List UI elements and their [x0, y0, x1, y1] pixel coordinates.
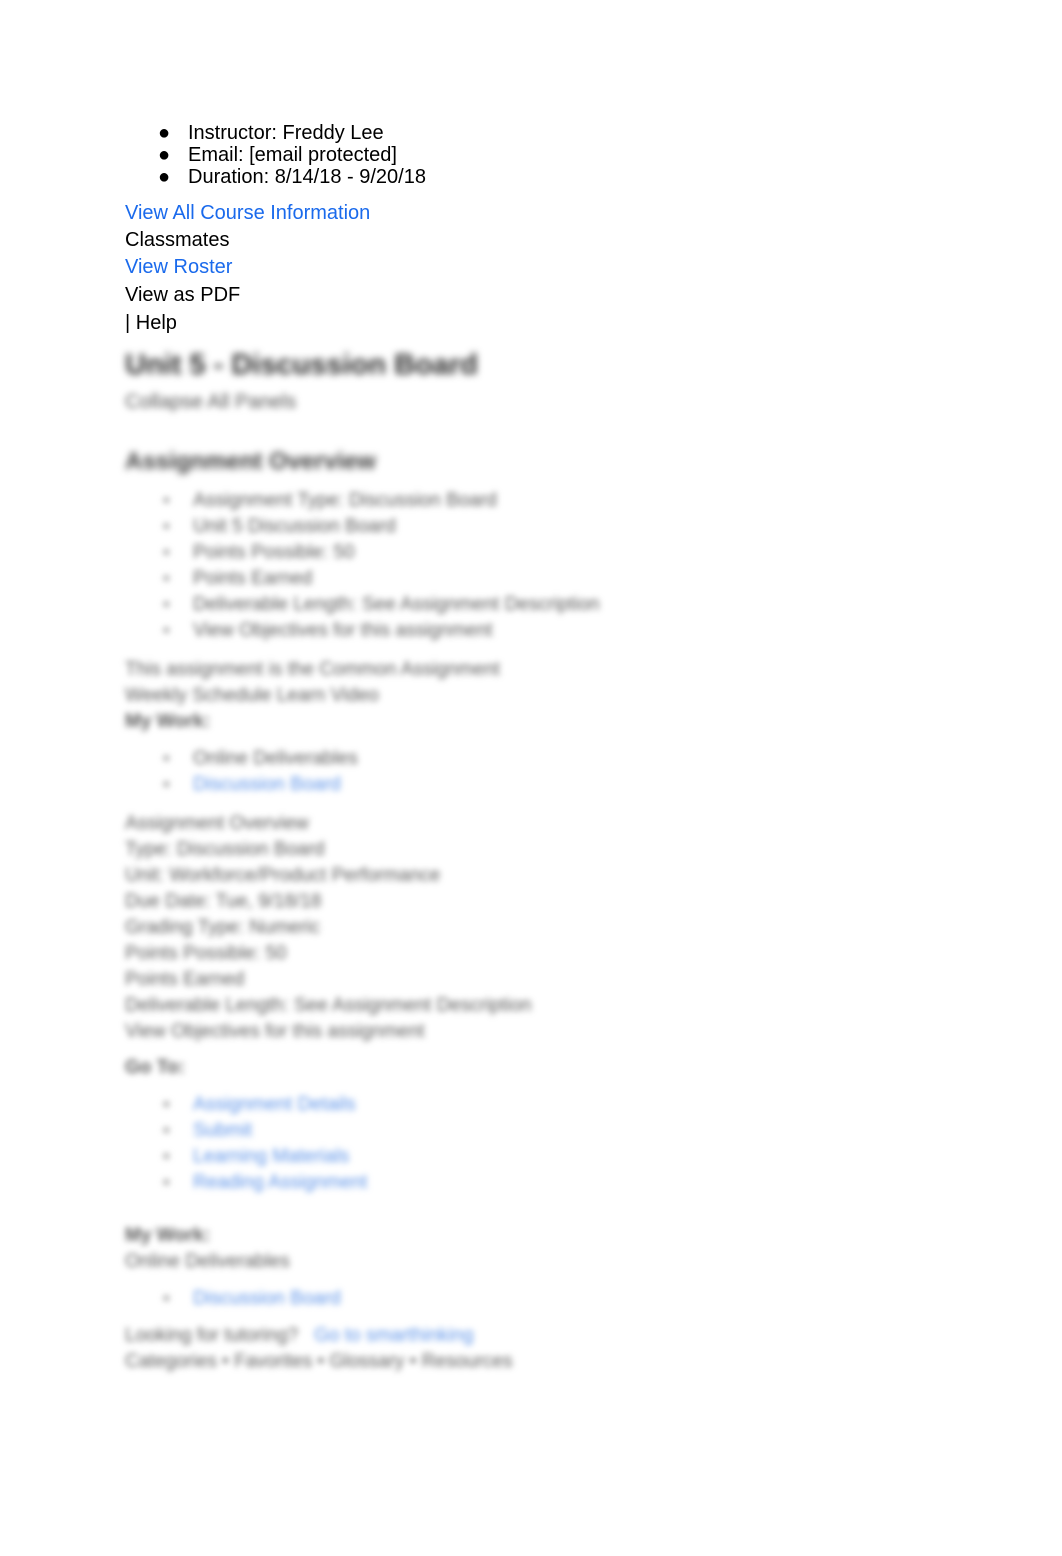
- detail-line: View Objectives for this assignment: [125, 1021, 425, 1042]
- list-item: ▪ Points Earned: [125, 566, 925, 592]
- list-item[interactable]: ▪ Learning Materials: [125, 1144, 925, 1170]
- online-deliverables-label: Online Deliverables: [125, 1251, 290, 1272]
- list-item: ● Duration: 8/14/18 - 9/20/18: [125, 166, 825, 188]
- assignment-details-heading: Assignment Overview: [125, 813, 309, 834]
- bullet-icon: ●: [158, 122, 171, 144]
- bullet-icon: ▪: [163, 1120, 170, 1141]
- breadcrumb-item-resources[interactable]: Resources: [422, 1351, 513, 1372]
- list-item: ▪ Assignment Type: Discussion Board: [125, 488, 925, 514]
- list-item[interactable]: ▪ Discussion Board: [125, 772, 925, 798]
- view-all-course-information-link[interactable]: View All Course Information: [125, 202, 825, 224]
- list-item: ▪ Unit 5 Discussion Board: [125, 514, 925, 540]
- tutoring-row: Looking for tutoring? Go to smarthinking: [125, 1324, 925, 1348]
- discussion-board-link[interactable]: Discussion Board: [193, 1288, 341, 1309]
- bullet-icon: ▪: [163, 1146, 170, 1167]
- detail-line: Unit: Workforce/Product Performance: [125, 865, 441, 886]
- learning-materials-link[interactable]: Learning Materials: [193, 1146, 349, 1167]
- list-item: ▪ Points Possible: 50: [125, 540, 925, 566]
- view-roster-link[interactable]: View Roster: [125, 256, 825, 278]
- breadcrumb-item-categories[interactable]: Categories: [125, 1351, 217, 1372]
- list-item-label: Deliverable Length: See Assignment Descr…: [193, 594, 600, 615]
- my-work-list: ▪ Online Deliverables ▪ Discussion Board: [125, 746, 925, 798]
- list-item[interactable]: ▪ Submit: [125, 1118, 925, 1144]
- breadcrumb: Categories • Favorites • Glossary • Reso…: [125, 1350, 925, 1374]
- assignment-paragraph: This assignment is the Common Assignment: [125, 659, 500, 680]
- list-item-label: Assignment Type: Discussion Board: [193, 490, 497, 511]
- list-item: ▪ Online Deliverables: [125, 746, 925, 772]
- breadcrumb-item-glossary[interactable]: Glossary: [329, 1351, 404, 1372]
- bullet-icon: ▪: [163, 774, 170, 795]
- list-item-label: Points Possible: 50: [193, 542, 355, 563]
- bullet-icon: ▪: [163, 594, 170, 615]
- bullet-icon: ▪: [163, 516, 170, 537]
- my-work-label: My Work:: [125, 1225, 211, 1246]
- classmates-label: Classmates: [125, 229, 230, 251]
- online-deliverables-list: ▪ Discussion Board: [125, 1286, 925, 1312]
- detail-line: Points Possible: 50: [125, 943, 287, 964]
- bullet-icon: ▪: [163, 490, 170, 511]
- detail-line: Points Earned: [125, 969, 245, 990]
- assignment-details-link[interactable]: Assignment Details: [193, 1094, 356, 1115]
- tutoring-prompt-label: Looking for tutoring?: [125, 1325, 299, 1346]
- assignment-overview-list: ▪ Assignment Type: Discussion Board ▪ Un…: [125, 488, 925, 644]
- submit-link[interactable]: Submit: [193, 1120, 252, 1141]
- detail-line: Due Date: Tue, 9/18/18: [125, 891, 322, 912]
- bullet-icon: ▪: [163, 1288, 170, 1309]
- detail-line: Type: Discussion Board: [125, 839, 325, 860]
- assignment-block: Unit 5 - Discussion Board Collapse All P…: [125, 348, 925, 1374]
- bullet-icon: ●: [158, 166, 171, 188]
- smarthinking-link[interactable]: Go to smarthinking: [314, 1325, 473, 1346]
- course-info-block: ● Instructor: Freddy Lee ● Email: [email…: [125, 122, 825, 334]
- breadcrumb-item-favorites[interactable]: Favorites: [234, 1351, 312, 1372]
- my-work-label: My Work:: [125, 711, 211, 732]
- list-item: ▪ View Objectives for this assignment: [125, 618, 925, 644]
- breadcrumb-separator: •: [222, 1351, 229, 1372]
- list-item-label: View Objectives for this assignment: [193, 620, 493, 641]
- bullet-icon: ●: [158, 144, 171, 166]
- bullet-icon: ▪: [163, 1172, 170, 1193]
- list-item: ▪ Deliverable Length: See Assignment Des…: [125, 592, 925, 618]
- list-item[interactable]: ▪ Reading Assignment: [125, 1170, 925, 1196]
- document-page: ● Instructor: Freddy Lee ● Email: [email…: [0, 0, 1062, 1556]
- detail-line: Deliverable Length: See Assignment Descr…: [125, 995, 532, 1016]
- list-item-label: Points Earned: [193, 568, 313, 589]
- page-subtitle[interactable]: Collapse All Panels: [125, 390, 925, 414]
- list-item: ● Email: [email protected]: [125, 144, 825, 166]
- bullet-icon: ▪: [163, 748, 170, 769]
- list-item[interactable]: ▪ Discussion Board: [125, 1286, 925, 1312]
- discussion-board-link[interactable]: Discussion Board: [193, 774, 341, 795]
- bullet-icon: ▪: [163, 568, 170, 589]
- view-as-pdf-label[interactable]: View as PDF: [125, 284, 825, 306]
- bullet-icon: ▪: [163, 542, 170, 563]
- help-label[interactable]: | Help: [125, 312, 825, 334]
- bullet-icon: ▪: [163, 1094, 170, 1115]
- duration-label: Duration: 8/14/18 - 9/20/18: [188, 166, 426, 188]
- resources-list: ▪ Assignment Details ▪ Submit ▪ Learning…: [125, 1092, 925, 1196]
- instructor-label: Instructor: Freddy Lee: [188, 122, 384, 144]
- list-item-label: Unit 5 Discussion Board: [193, 516, 396, 537]
- assignment-overview-heading: Assignment Overview: [125, 448, 376, 475]
- list-item: ● Instructor: Freddy Lee: [125, 122, 825, 144]
- bullet-icon: ▪: [163, 620, 170, 641]
- email-label: Email: [email protected]: [188, 144, 397, 166]
- reading-assignment-link[interactable]: Reading Assignment: [193, 1172, 367, 1193]
- breadcrumb-separator: •: [409, 1351, 417, 1372]
- assignment-paragraph: Weekly Schedule Learn Video: [125, 685, 379, 706]
- page-title: Unit 5 - Discussion Board: [125, 349, 478, 381]
- list-item-label: Online Deliverables: [193, 748, 358, 769]
- go-to-label: Go To:: [125, 1057, 185, 1078]
- detail-line: Grading Type: Numeric: [125, 917, 321, 938]
- breadcrumb-separator: •: [317, 1351, 325, 1372]
- list-item[interactable]: ▪ Assignment Details: [125, 1092, 925, 1118]
- course-meta-list: ● Instructor: Freddy Lee ● Email: [email…: [125, 122, 825, 188]
